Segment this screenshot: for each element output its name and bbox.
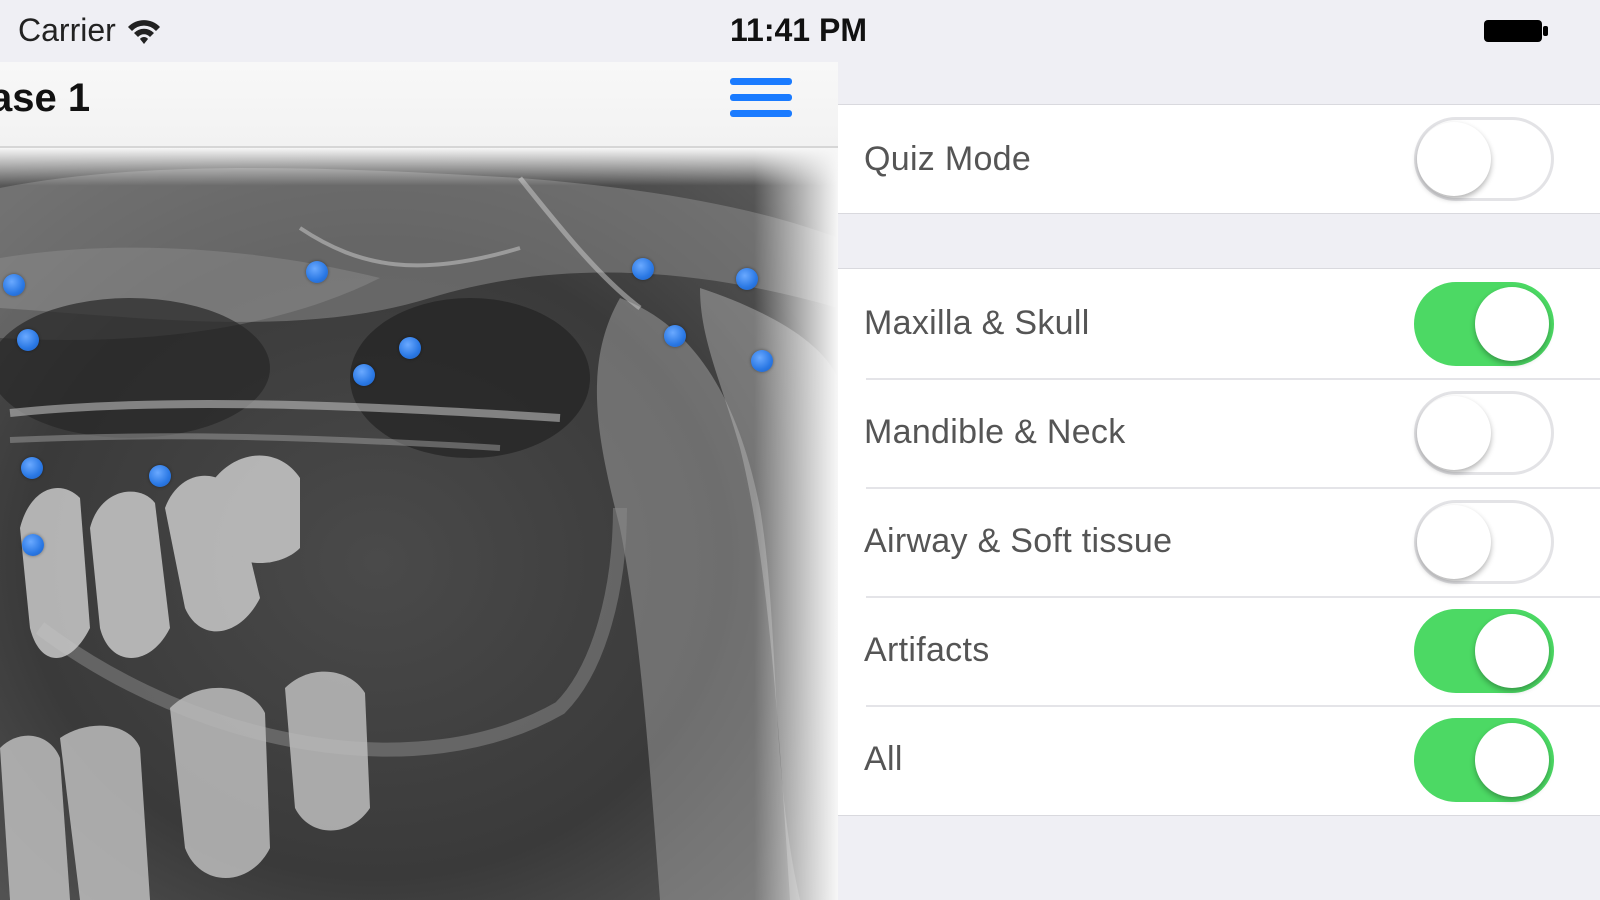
layer-label: All: [864, 740, 903, 778]
battery-icon: [1484, 18, 1550, 44]
quiz-mode-label: Quiz Mode: [864, 139, 1032, 178]
xray-image[interactable]: [0, 148, 838, 900]
landmark-point[interactable]: [353, 364, 375, 386]
landmark-point[interactable]: [632, 258, 654, 280]
layer-label: Artifacts: [864, 631, 990, 669]
layers-group: Maxilla & Skull Mandible & Neck Airway &…: [838, 268, 1600, 816]
quiz-mode-switch[interactable]: [1414, 117, 1554, 201]
switch-knob: [1417, 122, 1491, 196]
landmark-point[interactable]: [22, 534, 44, 556]
landmark-point[interactable]: [736, 268, 758, 290]
layer-row-all: All: [838, 705, 1600, 814]
quiz-group: Quiz Mode: [838, 104, 1600, 214]
landmark-point[interactable]: [664, 325, 686, 347]
image-pane: ase 1: [0, 62, 838, 900]
switch-knob: [1475, 286, 1549, 361]
landmark-point[interactable]: [751, 350, 773, 372]
switch-knob: [1417, 504, 1491, 579]
landmark-point[interactable]: [306, 261, 328, 283]
layer-row-airway-soft-tissue: Airway & Soft tissue: [838, 487, 1600, 596]
landmark-point[interactable]: [399, 337, 421, 359]
status-time: 11:41 PM: [730, 12, 867, 48]
artifacts-switch[interactable]: [1414, 608, 1554, 693]
landmark-point[interactable]: [17, 329, 39, 351]
switch-knob: [1417, 395, 1491, 470]
hamburger-icon: [730, 78, 792, 117]
layer-row-maxilla-skull: Maxilla & Skull: [838, 269, 1600, 378]
mandible-neck-switch[interactable]: [1414, 390, 1554, 475]
status-bar: Carrier 11:41 PM: [0, 0, 1600, 62]
status-left: Carrier: [18, 12, 162, 49]
carrier-label: Carrier: [18, 12, 116, 48]
switch-knob: [1475, 722, 1549, 797]
airway-soft-tissue-switch[interactable]: [1414, 499, 1554, 584]
quiz-mode-row: Quiz Mode: [838, 105, 1600, 213]
layer-label: Maxilla & Skull: [864, 304, 1090, 342]
switch-knob: [1475, 613, 1549, 688]
wifi-icon: [126, 16, 162, 46]
settings-panel: Quiz Mode Maxilla & Skull Mandible & Nec…: [838, 62, 1600, 900]
maxilla-skull-switch[interactable]: [1414, 281, 1554, 366]
layer-row-artifacts: Artifacts: [838, 596, 1600, 705]
menu-button[interactable]: [730, 78, 792, 126]
layer-row-mandible-neck: Mandible & Neck: [838, 378, 1600, 487]
landmark-point[interactable]: [3, 274, 25, 296]
page-title: ase 1: [0, 76, 91, 120]
landmark-point[interactable]: [21, 457, 43, 479]
panoramic-xray-graphic: [0, 148, 838, 900]
landmark-point[interactable]: [149, 465, 171, 487]
all-switch[interactable]: [1414, 717, 1554, 802]
layer-label: Mandible & Neck: [864, 413, 1126, 451]
layer-label: Airway & Soft tissue: [864, 522, 1173, 560]
nav-bar: ase 1: [0, 62, 838, 148]
